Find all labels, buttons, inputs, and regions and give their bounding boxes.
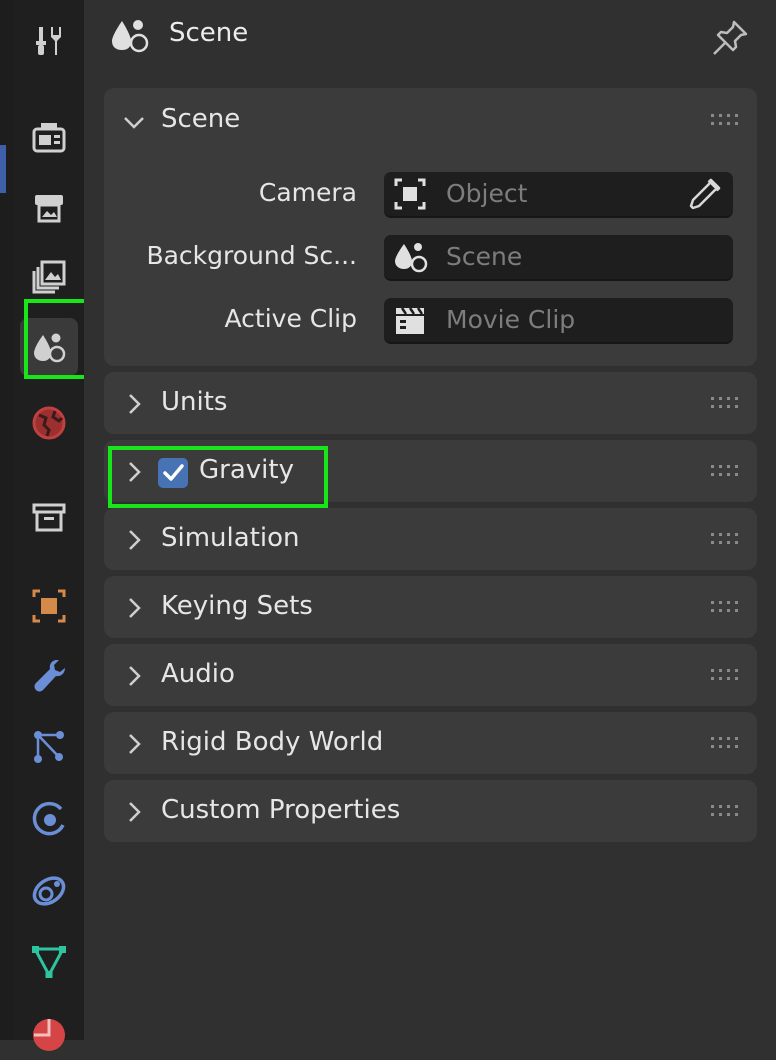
printer-icon <box>35 195 63 223</box>
properties-main: Scene Scene Camera Object Background Sc.… <box>84 0 776 1040</box>
tab-render[interactable] <box>20 108 78 166</box>
object-icon <box>32 589 66 623</box>
drag-handle-icon[interactable] <box>711 737 739 749</box>
chevron-right-icon <box>129 394 141 414</box>
drag-handle-icon[interactable] <box>711 805 739 817</box>
drag-handle-icon[interactable] <box>711 465 739 477</box>
scene-icon <box>112 20 149 53</box>
panel-scene: Scene Camera Object Background Sc... Sce… <box>104 88 757 366</box>
panel-title: Simulation <box>161 523 300 553</box>
drag-handle-icon[interactable] <box>711 397 739 409</box>
mesh-data-icon <box>32 946 66 979</box>
render-camera-icon <box>32 123 66 153</box>
tab-view-layer[interactable] <box>20 248 78 306</box>
active-clip-field[interactable]: Movie Clip <box>384 298 733 344</box>
particles-icon <box>34 731 64 763</box>
panel-units[interactable]: Units <box>104 372 757 434</box>
panel-rigid-body-world[interactable]: Rigid Body World <box>104 712 757 774</box>
archive-box-icon <box>32 503 66 532</box>
tab-particles[interactable] <box>20 718 78 776</box>
image-stack-icon <box>32 260 66 294</box>
drag-handle-icon[interactable] <box>711 114 739 126</box>
panel-keying-sets[interactable]: Keying Sets <box>104 576 757 638</box>
camera-value: Object <box>446 179 528 208</box>
panel-title: Audio <box>161 659 235 689</box>
panel-title: Custom Properties <box>161 795 401 825</box>
tab-collection[interactable] <box>20 488 78 546</box>
tab-material[interactable] <box>20 1002 78 1060</box>
background-scene-field[interactable]: Scene <box>384 235 733 281</box>
tab-physics[interactable] <box>20 790 78 848</box>
panel-title: Units <box>161 387 228 417</box>
active-clip-label: Active Clip <box>224 304 358 333</box>
tab-world[interactable] <box>20 394 78 452</box>
constraint-icon <box>32 876 66 906</box>
gravity-highlight <box>108 446 328 508</box>
panel-title: Scene <box>161 104 241 134</box>
camera-object-icon <box>394 178 426 210</box>
camera-field[interactable]: Object <box>384 172 733 218</box>
page-title: Scene <box>169 18 249 48</box>
editor-edge-accent <box>0 145 6 193</box>
pin-icon[interactable] <box>708 16 752 60</box>
chevron-right-icon <box>129 666 141 686</box>
camera-label: Camera <box>258 178 357 207</box>
active-clip-value: Movie Clip <box>446 305 576 334</box>
panel-custom-properties[interactable]: Custom Properties <box>104 780 757 842</box>
panel-audio[interactable]: Audio <box>104 644 757 706</box>
scene-icon <box>395 243 428 273</box>
drag-handle-icon[interactable] <box>711 533 739 545</box>
tab-object[interactable] <box>20 577 78 635</box>
movie-clip-icon <box>396 307 424 334</box>
tool-icon <box>36 27 61 55</box>
background-scene-label: Background Sc... <box>146 241 357 270</box>
tab-data[interactable] <box>20 932 78 990</box>
tab-tool[interactable] <box>20 12 78 70</box>
panel-scene-header[interactable]: Scene <box>104 88 757 152</box>
panel-title: Keying Sets <box>161 591 313 621</box>
background-scene-value: Scene <box>446 242 523 271</box>
material-icon <box>33 1019 65 1051</box>
wrench-icon <box>34 660 65 692</box>
tab-output[interactable] <box>20 178 78 236</box>
drag-handle-icon[interactable] <box>711 669 739 681</box>
chevron-right-icon <box>129 802 141 822</box>
chevron-down-icon <box>124 117 144 129</box>
properties-tab-bar <box>14 0 115 1051</box>
world-icon <box>32 406 66 440</box>
tab-modifiers[interactable] <box>20 646 78 704</box>
chevron-right-icon <box>129 734 141 754</box>
physics-icon <box>32 801 65 836</box>
panel-title: Rigid Body World <box>161 727 384 757</box>
chevron-right-icon <box>129 530 141 550</box>
drag-handle-icon[interactable] <box>711 601 739 613</box>
eyedropper-icon[interactable] <box>687 176 723 212</box>
chevron-right-icon <box>129 598 141 618</box>
panel-simulation[interactable]: Simulation <box>104 508 757 570</box>
properties-header: Scene <box>84 0 776 80</box>
tab-constraints[interactable] <box>20 862 78 920</box>
